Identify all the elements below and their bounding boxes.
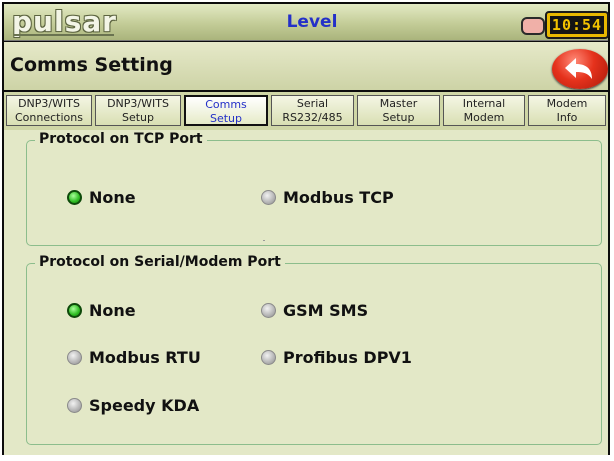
tab-master-setup[interactable]: Master Setup	[357, 95, 440, 126]
tab-label-line2: Setup	[382, 111, 415, 124]
radio-tcp-none[interactable]: None	[67, 186, 136, 208]
tab-serial-rs232-485[interactable]: Serial RS232/485	[271, 95, 354, 126]
tab-label-line2: Modem	[463, 111, 505, 124]
radio-unselected-icon	[261, 302, 276, 318]
tab-internal-modem[interactable]: Internal Modem	[443, 95, 525, 126]
radio-unselected-icon	[261, 349, 276, 365]
radio-unselected-icon	[67, 349, 82, 365]
clock-display: 10:54	[545, 11, 609, 39]
back-arrow-icon	[565, 58, 592, 79]
tab-dnp3-wits-setup[interactable]: DNP3/WITS Setup	[95, 95, 181, 126]
tab-label-line1: DNP3/WITS	[18, 97, 80, 110]
content-area: Protocol on TCP Port None Modbus TCP Pro…	[4, 130, 608, 455]
radio-serial-profibus-dpv1[interactable]: Profibus DPV1	[261, 346, 412, 368]
radio-serial-gsm-sms[interactable]: GSM SMS	[261, 299, 368, 321]
radio-selected-icon	[67, 189, 82, 205]
tab-label-line1: Master	[379, 97, 418, 110]
tcp-port-group-title: Protocol on TCP Port	[35, 131, 207, 147]
back-button[interactable]	[552, 49, 608, 89]
tab-label-line2: Connections	[15, 111, 83, 124]
radio-label: Speedy KDA	[89, 395, 200, 415]
radio-serial-none[interactable]: None	[67, 299, 136, 321]
radio-unselected-icon	[67, 397, 82, 413]
radio-label: Modbus TCP	[283, 187, 394, 207]
tab-label-line2: Setup	[209, 112, 243, 125]
page-header: Comms Setting	[4, 42, 608, 90]
radio-label: None	[89, 300, 136, 320]
tab-label-line1: Internal	[462, 97, 506, 110]
tab-label-line2: Info	[556, 111, 578, 124]
page-title: Comms Setting	[10, 54, 173, 76]
radio-label: GSM SMS	[283, 300, 369, 320]
radio-serial-modbus-rtu[interactable]: Modbus RTU	[67, 346, 201, 368]
logo-underline	[14, 34, 114, 36]
screen-speck	[263, 240, 265, 241]
radio-unselected-icon	[261, 189, 276, 205]
serial-modem-port-group: Protocol on Serial/Modem Port None GSM S…	[26, 254, 602, 445]
radio-label: Modbus RTU	[89, 347, 201, 367]
radio-label: Profibus DPV1	[283, 347, 412, 367]
tab-label-line1: Modem	[546, 97, 588, 110]
status-led-icon	[521, 17, 545, 35]
tcp-port-group: Protocol on TCP Port None Modbus TCP	[26, 131, 602, 246]
tab-label-line2: RS232/485	[282, 111, 343, 124]
serial-modem-port-group-title: Protocol on Serial/Modem Port	[35, 254, 285, 270]
screen-title: Level	[286, 12, 338, 32]
pulsar-logo: pulsar	[12, 5, 117, 38]
tab-label-line1: Serial	[296, 97, 329, 110]
tab-label-line1: DNP3/WITS	[107, 97, 169, 110]
top-bar: pulsar Level 10:54	[4, 4, 609, 41]
radio-selected-icon	[67, 302, 82, 318]
radio-tcp-modbus-tcp[interactable]: Modbus TCP	[261, 186, 394, 208]
clock-time: 10:54	[550, 16, 604, 34]
radio-label: None	[89, 187, 136, 207]
tab-comms-setup[interactable]: Comms Setup	[184, 95, 268, 126]
radio-serial-speedy-kda[interactable]: Speedy KDA	[67, 394, 199, 416]
tab-label-line2: Setup	[121, 111, 155, 124]
tab-dnp3-wits-connections[interactable]: DNP3/WITS Connections	[6, 95, 92, 126]
tab-modem-info[interactable]: Modem Info	[528, 95, 606, 126]
tab-bar: DNP3/WITS Connections DNP3/WITS Setup Co…	[4, 92, 608, 130]
tab-label-line1: Comms	[205, 98, 247, 111]
